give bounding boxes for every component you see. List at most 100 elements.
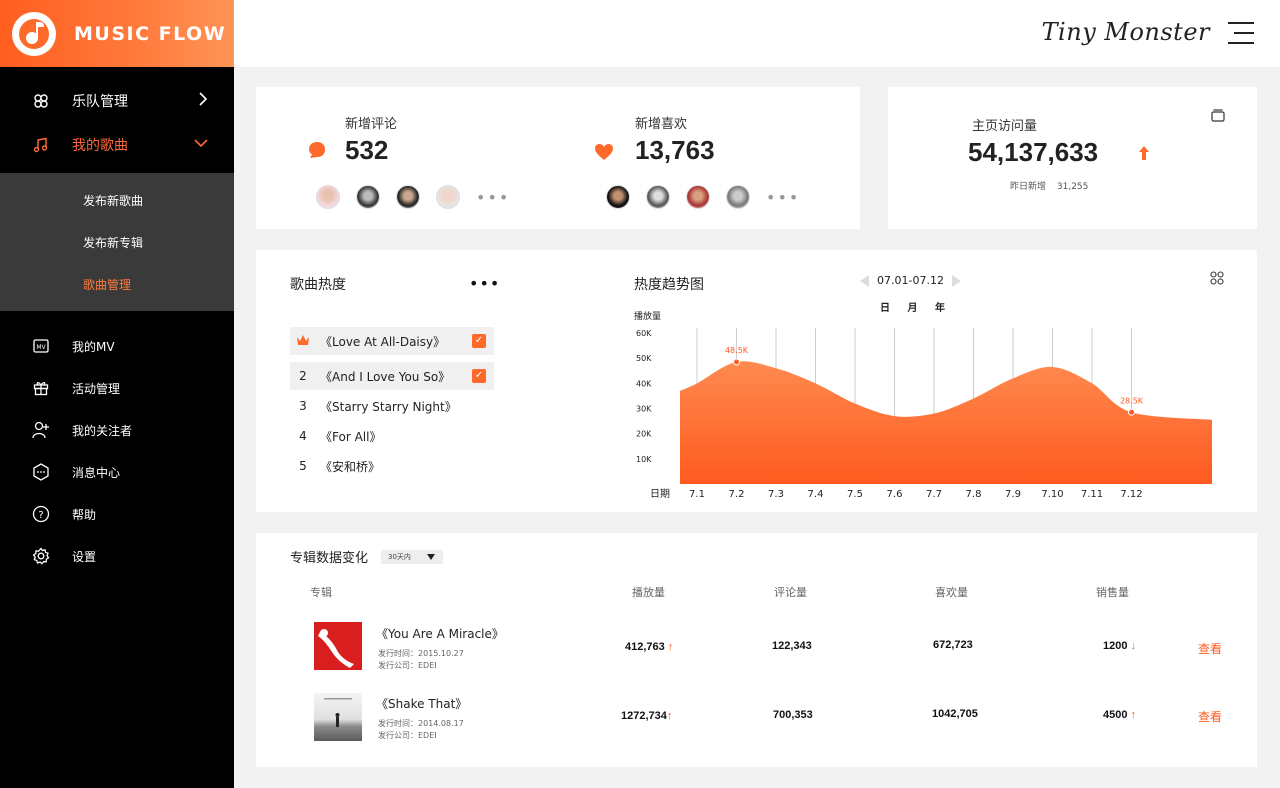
nav-label: 活动管理 [72, 381, 121, 396]
copy-icon[interactable] [1210, 107, 1226, 127]
y-tick-label: 50K [636, 354, 652, 363]
nav-my-mv[interactable]: MV 我的MV [0, 325, 234, 367]
y-tick-label: 10K [636, 455, 652, 464]
album-likes: 672,723 [933, 639, 973, 651]
album-cover[interactable] [314, 622, 362, 670]
album-title[interactable]: 《You Are A Miracle》 [376, 625, 504, 642]
data-point-label: 28.5K [1120, 396, 1144, 405]
song-rank-row[interactable]: 2 《And I Love You So》 ✓ [290, 362, 494, 390]
col-header-likes[interactable]: 喜欢量 [935, 584, 968, 600]
avatar[interactable] [316, 185, 340, 209]
avatar[interactable] [646, 185, 670, 209]
song-rank: 2 [299, 369, 307, 383]
caret-down-icon [427, 554, 435, 560]
band-icon [32, 92, 50, 110]
visits-sub-label: 昨日新增 [1010, 182, 1047, 192]
subnav-publish-song[interactable]: 发布新歌曲 [0, 179, 234, 221]
time-filter-value: 30天内 [388, 553, 411, 561]
song-rank: 4 [299, 429, 307, 443]
nav-help[interactable]: ? 帮助 [0, 493, 234, 535]
col-header-album: 专辑 [310, 586, 332, 599]
song-title: 《Starry Starry Night》 [320, 399, 457, 414]
song-rank-row[interactable]: 4 《For All》 [290, 422, 494, 450]
col-header-sales[interactable]: 销售量 [1096, 584, 1129, 600]
brand-logo[interactable]: MUSIC FLOW [0, 0, 234, 67]
arrow-up-icon [1138, 145, 1150, 165]
album-section-title: 专辑数据变化 [290, 551, 369, 566]
song-rank-row[interactable]: 3 《Starry Starry Night》 [290, 392, 494, 420]
nav-my-songs[interactable]: 我的歌曲 [0, 123, 234, 167]
album-comments: 700,353 [773, 709, 813, 721]
x-tick-label: 7.8 [966, 489, 982, 500]
song-rank-row[interactable]: 《Love At All-Daisy》 ✓ [290, 327, 494, 355]
x-tick-label: 7.6 [887, 489, 903, 500]
avatar[interactable] [436, 185, 460, 209]
time-filter-select[interactable]: 30天内 [381, 550, 443, 564]
more-icon[interactable]: ••• [476, 188, 510, 207]
nav-band-management[interactable]: 乐队管理 [0, 79, 234, 123]
view-album-link[interactable]: 查看 [1198, 640, 1222, 657]
x-tick-label: 7.12 [1120, 489, 1142, 500]
subnav-song-management[interactable]: 歌曲管理 [0, 263, 234, 305]
hamburger-menu-icon[interactable] [1228, 22, 1254, 44]
x-tick-label: 7.11 [1081, 489, 1103, 500]
avatar[interactable] [356, 185, 380, 209]
mv-icon: MV [32, 337, 50, 355]
data-point-marker[interactable] [1128, 408, 1135, 416]
chevron-right-icon [198, 92, 208, 110]
x-tick-label: 7.1 [689, 489, 705, 500]
more-icon[interactable]: ••• [766, 188, 800, 207]
music-note-logo-icon [12, 11, 56, 56]
nav-followers[interactable]: 我的关注者 [0, 409, 234, 451]
visits-label: 主页访问量 [972, 119, 1038, 134]
likes-label: 新增喜欢 [635, 117, 688, 132]
song-rank: 5 [299, 459, 307, 473]
album-sales: 1200 ↓ [1103, 640, 1137, 652]
subnav-publish-album[interactable]: 发布新专辑 [0, 221, 234, 263]
album-cover[interactable] [314, 693, 362, 741]
album-release-date: 发行时间：2014.08.17 [378, 719, 464, 728]
avatar[interactable] [606, 185, 630, 209]
song-rank-row[interactable]: 5 《安和桥》 [290, 452, 494, 480]
nav-events[interactable]: 活动管理 [0, 367, 234, 409]
x-tick-label: 7.9 [1005, 489, 1021, 500]
checkbox-checked-icon[interactable]: ✓ [472, 369, 486, 383]
checkbox-checked-icon[interactable]: ✓ [472, 334, 486, 348]
y-axis-label: 播放量 [634, 310, 661, 322]
avatar[interactable] [686, 185, 710, 209]
triangle-right-icon[interactable] [951, 274, 961, 287]
liker-avatars: ••• [606, 185, 800, 209]
triangle-left-icon[interactable] [860, 274, 869, 287]
album-sales: 4500 ↑ [1103, 709, 1137, 721]
visits-sub: 昨日新增 31,255 [1010, 179, 1088, 192]
x-tick-label: 7.2 [729, 489, 745, 500]
song-rank: 3 [299, 399, 307, 413]
col-header-plays[interactable]: 播放量 [632, 584, 665, 600]
x-tick-label: 7.7 [926, 489, 942, 500]
date-range: 07.01-07.12 [877, 274, 944, 287]
arrow-up-icon: ↑ [666, 710, 673, 722]
avatar[interactable] [396, 185, 420, 209]
more-options-icon[interactable]: ••• [469, 274, 500, 293]
likes-value: 13,763 [635, 135, 715, 165]
nav-label: 乐队管理 [72, 94, 128, 110]
album-comments: 122,343 [772, 640, 812, 652]
avatar[interactable] [726, 185, 750, 209]
x-tick-label: 7.5 [847, 489, 863, 500]
album-company: 发行公司：EDEI [378, 661, 437, 670]
data-point-marker[interactable] [733, 358, 740, 366]
comment-bubble-icon [308, 141, 326, 159]
popularity-title: 歌曲热度 [290, 277, 346, 293]
x-tick-label: 7.10 [1041, 489, 1063, 500]
view-album-link[interactable]: 查看 [1198, 708, 1222, 725]
grid-view-icon[interactable] [1210, 270, 1224, 289]
nav-messages[interactable]: 消息中心 [0, 451, 234, 493]
song-title: 《安和桥》 [320, 459, 381, 474]
trend-title: 热度趋势图 [634, 277, 704, 293]
col-header-comments[interactable]: 评论量 [774, 584, 807, 600]
date-range-picker: 07.01-07.12 [860, 274, 961, 287]
nav-settings[interactable]: 设置 [0, 535, 234, 577]
trend-area-chart: 10K 20K 30K 40K 50K 60K 播放量日期 7.1 7.2 7.3 7.4 7.5 7.… [634, 308, 1222, 500]
album-title[interactable]: 《Shake That》 [376, 695, 467, 712]
x-tick-label: 7.3 [768, 489, 784, 500]
